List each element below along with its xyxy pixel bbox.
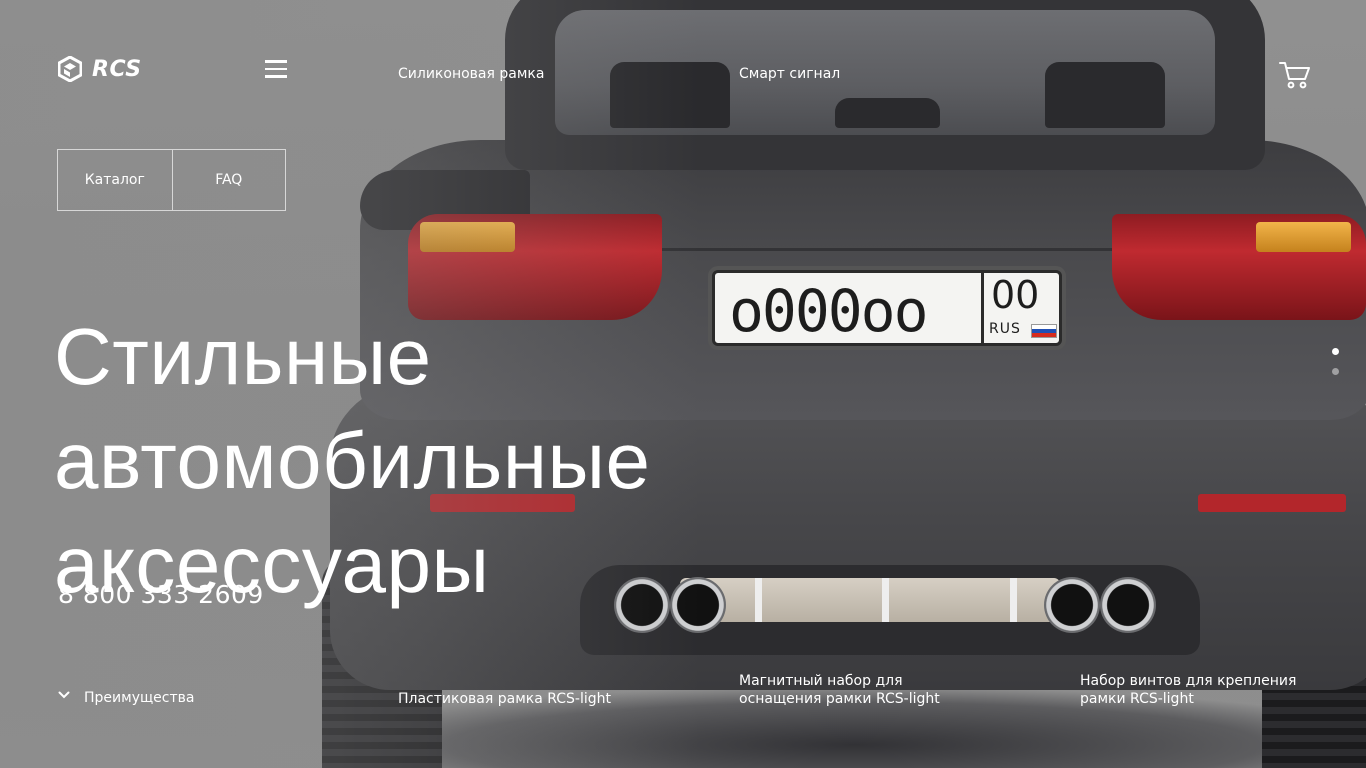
faq-button[interactable]: FAQ bbox=[171, 150, 286, 210]
plate-number: о000оо bbox=[729, 277, 929, 345]
catalog-faq-group: Каталог FAQ bbox=[57, 149, 286, 211]
logo-hexagon-icon bbox=[58, 56, 82, 82]
product-link-screw-set[interactable]: Набор винтов для крепления рамки RCS-lig… bbox=[1080, 672, 1310, 708]
plate-divider bbox=[981, 273, 984, 343]
nav-link-silicone-frame[interactable]: Силиконовая рамка bbox=[398, 66, 544, 82]
shopping-cart-icon[interactable] bbox=[1279, 60, 1311, 90]
slider-dot[interactable] bbox=[1332, 368, 1339, 375]
diffuser-plate bbox=[680, 578, 1060, 622]
rcs-logo[interactable]: RCS bbox=[58, 56, 142, 82]
phone-number[interactable]: 8 800 333 2609 bbox=[58, 580, 264, 609]
diffuser-fin bbox=[882, 578, 889, 622]
product-link-plastic-frame[interactable]: Пластиковая рамка RCS-light bbox=[398, 690, 658, 708]
russia-flag-icon bbox=[1031, 324, 1057, 338]
diffuser-fin bbox=[755, 578, 762, 622]
slider-dot[interactable] bbox=[1332, 348, 1339, 355]
plate-region: 00 bbox=[991, 273, 1040, 317]
slider-pagination bbox=[1332, 348, 1339, 375]
advantages-toggle[interactable]: Преимущества bbox=[58, 690, 194, 706]
nav-link-smart-signal[interactable]: Смарт сигнал bbox=[739, 66, 840, 82]
license-plate: о000оо 00 RUS bbox=[712, 270, 1062, 346]
right-reflector bbox=[1198, 494, 1346, 512]
right-indicator bbox=[1256, 222, 1351, 252]
brand-name: RCS bbox=[92, 56, 142, 82]
catalog-button[interactable]: Каталог bbox=[58, 150, 172, 210]
hero-title-line: автомобильные bbox=[54, 416, 651, 505]
exhaust-pipe bbox=[1100, 577, 1156, 633]
chevron-down-icon bbox=[58, 691, 70, 699]
exhaust-pipe bbox=[1044, 577, 1100, 633]
hero-title: Стильные автомобильные аксессуары bbox=[54, 305, 651, 617]
advantages-label: Преимущества bbox=[84, 690, 195, 706]
hero-title-line: Стильные bbox=[54, 312, 432, 401]
product-link-magnetic-set[interactable]: Магнитный набор для оснащения рамки RCS-… bbox=[739, 672, 969, 708]
car-seat-middle bbox=[835, 98, 940, 128]
diffuser-fin bbox=[1010, 578, 1017, 622]
plate-country: RUS bbox=[989, 321, 1021, 337]
car-seat-right bbox=[1045, 62, 1165, 128]
hamburger-menu-icon[interactable] bbox=[265, 60, 287, 78]
